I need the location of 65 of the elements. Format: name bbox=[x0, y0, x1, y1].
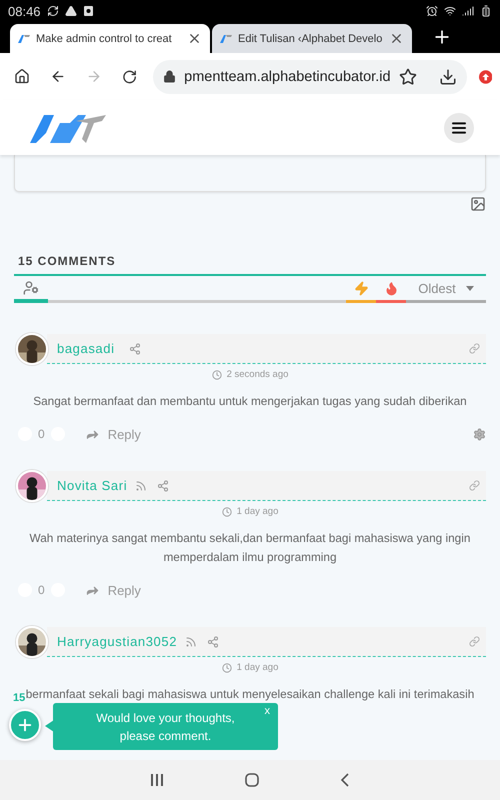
status-time: 08:46 bbox=[8, 4, 41, 18]
notification-icon bbox=[82, 5, 94, 17]
clock-icon bbox=[222, 662, 232, 672]
close-icon[interactable] bbox=[187, 31, 202, 46]
tooltip-text: Would love your thoughts, please comment. bbox=[96, 711, 235, 743]
warning-icon bbox=[64, 5, 77, 17]
author-name[interactable]: Novita Sari bbox=[57, 478, 128, 493]
rss-icon[interactable] bbox=[185, 636, 198, 648]
home-button-icon[interactable] bbox=[244, 773, 259, 787]
star-icon[interactable] bbox=[398, 68, 417, 86]
author-name[interactable]: bagasadi bbox=[57, 341, 115, 356]
settings-button[interactable] bbox=[473, 428, 486, 440]
battery-icon bbox=[480, 5, 492, 17]
tooltip-close-button[interactable]: x bbox=[264, 705, 270, 717]
comment-time: 1 day ago bbox=[236, 662, 278, 673]
menu-button[interactable] bbox=[444, 112, 474, 142]
image-upload-button[interactable] bbox=[470, 196, 486, 212]
comment-time: 1 day ago bbox=[236, 506, 278, 517]
url-text: pmentteam.alphabetincubator.id bbox=[184, 68, 391, 84]
reload-icon[interactable] bbox=[122, 68, 138, 86]
share-icon[interactable] bbox=[157, 480, 170, 492]
signal-icon bbox=[462, 5, 474, 17]
comments-heading: 15 COMMENTS bbox=[17, 254, 117, 268]
sync-icon bbox=[46, 5, 59, 17]
favicon bbox=[220, 34, 232, 42]
link-icon[interactable] bbox=[469, 480, 480, 491]
download-icon[interactable] bbox=[438, 68, 457, 86]
favicon bbox=[18, 34, 30, 42]
close-icon[interactable] bbox=[389, 31, 404, 46]
rss-icon[interactable] bbox=[135, 480, 148, 492]
share-icon[interactable] bbox=[128, 342, 141, 354]
plus-icon bbox=[16, 716, 34, 734]
home-icon[interactable] bbox=[14, 67, 30, 86]
author-name[interactable]: Harryagustian3052 bbox=[57, 634, 178, 649]
flame-icon bbox=[384, 281, 398, 296]
lightning-icon bbox=[354, 281, 368, 296]
lock-icon bbox=[163, 70, 176, 83]
comment-text: Wah materinya sangat membantu sekali,dan bermanfaat bagi mahasiswa yang ingin memperdalam ilmu programming bbox=[28, 530, 472, 566]
comment-time: 2 seconds ago bbox=[226, 369, 288, 380]
caret-icon bbox=[466, 286, 474, 291]
browser-tab[interactable]: Edit Tulisan ‹Alphabet Develo bbox=[212, 24, 412, 53]
sort-dropdown[interactable]: Oldest bbox=[406, 277, 486, 303]
clock-icon bbox=[212, 370, 222, 380]
vote-count: 0 bbox=[38, 583, 45, 597]
comment-text: Sangat bermanfaat dan membantu untuk mengerjakan tugas yang sudah diberikan bbox=[32, 393, 468, 410]
comment-text: bermanfaat sekali bagi mahasiswa untuk menyelesaikan challenge kali ini terimakasih bbox=[25, 686, 476, 703]
recent-apps-icon[interactable] bbox=[150, 773, 164, 787]
back-button-icon[interactable] bbox=[340, 773, 350, 787]
comment-input-field[interactable] bbox=[14, 155, 486, 192]
user-gear-icon bbox=[23, 280, 39, 296]
menu-icon bbox=[451, 120, 467, 136]
share-icon[interactable] bbox=[207, 636, 220, 648]
link-icon[interactable] bbox=[469, 343, 480, 354]
reply-button[interactable]: Reply bbox=[84, 582, 141, 598]
reply-button[interactable]: Reply bbox=[84, 426, 141, 442]
clock-icon bbox=[222, 506, 232, 516]
browser-tab[interactable]: Make admin control to creat bbox=[10, 24, 210, 53]
link-icon[interactable] bbox=[469, 636, 480, 647]
alarm-icon bbox=[426, 5, 438, 17]
comment-count: 15 bbox=[13, 692, 26, 704]
update-icon[interactable] bbox=[478, 68, 492, 84]
address-bar[interactable]: pmentteam.alphabetincubator.id bbox=[153, 60, 467, 94]
add-comment-button[interactable] bbox=[9, 709, 41, 741]
logo-icon bbox=[30, 112, 106, 142]
vote-count: 0 bbox=[38, 427, 45, 441]
